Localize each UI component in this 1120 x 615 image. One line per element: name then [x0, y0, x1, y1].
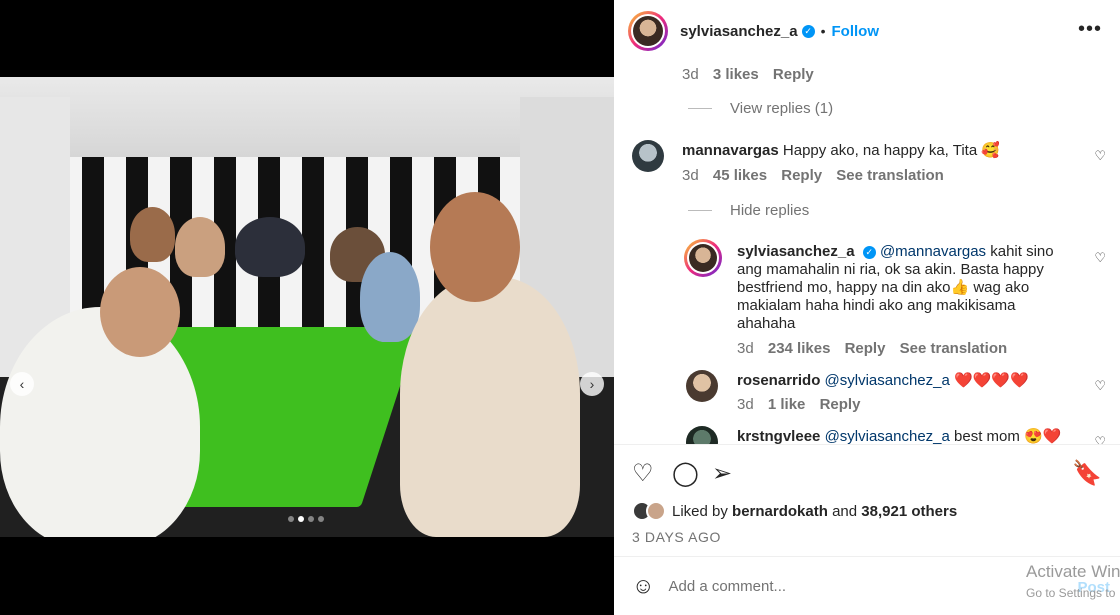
hide-replies-label: Hide replies: [730, 202, 810, 219]
avatar[interactable]: [628, 11, 668, 51]
person-3: [235, 217, 305, 277]
activation-watermark-sub: Go to Settings to: [1026, 586, 1116, 600]
reply-meta: 3d 1 like Reply: [737, 396, 870, 413]
reply-likes[interactable]: 1 like: [768, 396, 806, 413]
comment-input[interactable]: [668, 577, 989, 595]
verified-icon: ✓: [862, 246, 876, 259]
post-panel: sylviasanchez_a ✓ • Follow ••• 3d 3 like…: [614, 0, 1120, 615]
more-options-icon[interactable]: •••: [1078, 18, 1102, 41]
emoji-icon[interactable]: ☺: [632, 573, 654, 599]
comment-body: mannavargas Happy ako, na happy ka, Tita…: [682, 142, 1072, 160]
view-replies-label: View replies (1): [730, 100, 834, 117]
slide-dot: [288, 516, 294, 522]
reply-button[interactable]: Reply: [820, 396, 861, 413]
person-2-head: [430, 192, 520, 302]
reply-time: 3d: [737, 396, 754, 413]
reply-username[interactable]: krstngvleee: [737, 428, 820, 444]
person-2: [400, 277, 580, 537]
comment-meta: 3d 3 likes Reply: [682, 66, 824, 83]
reply-body: rosenarrido @sylviasanchez_a ❤️❤️❤️❤️: [737, 372, 1072, 390]
likes-summary: Liked by bernardokath and 38,921 others: [632, 501, 957, 521]
person-5: [360, 252, 420, 342]
slide-dot-active: [298, 516, 304, 522]
hide-replies-button[interactable]: Hide replies: [688, 202, 809, 219]
slide-dot: [318, 516, 324, 522]
person-1-head: [100, 267, 180, 357]
comment-likes[interactable]: 3 likes: [713, 66, 759, 83]
person-6: [175, 217, 225, 277]
comment-meta: 3d 45 likes Reply See translation: [682, 167, 954, 184]
likes-count[interactable]: 38,921 others: [861, 503, 957, 520]
reply-text: ❤️❤️❤️❤️: [954, 372, 1029, 389]
bookmark-icon[interactable]: 🔖: [1072, 459, 1102, 488]
post-username[interactable]: sylviasanchez_a: [680, 23, 798, 40]
follow-button[interactable]: Follow: [832, 23, 880, 40]
comment-icon[interactable]: ◯: [672, 459, 699, 488]
reply-mention[interactable]: @mannavargas: [880, 243, 986, 260]
heart-icon[interactable]: ♡: [632, 459, 654, 488]
next-slide-button[interactable]: ›: [580, 372, 604, 396]
slide-dot: [308, 516, 314, 522]
reply-avatar[interactable]: [686, 426, 718, 444]
reply-likes[interactable]: 234 likes: [768, 340, 831, 357]
reply-mention[interactable]: @sylviasanchez_a: [825, 428, 950, 444]
slide-indicator: [288, 516, 324, 522]
post-date: 3 DAYS AGO: [632, 529, 721, 545]
post-media: ‹ ›: [0, 0, 614, 615]
separator-dot: •: [820, 23, 826, 39]
reply-meta: 3d 234 likes Reply See translation: [737, 340, 1017, 357]
reply-button[interactable]: Reply: [845, 340, 886, 357]
comment-username[interactable]: mannavargas: [682, 142, 779, 159]
reply-button[interactable]: Reply: [781, 167, 822, 184]
reply-avatar[interactable]: [686, 370, 718, 402]
verified-icon: ✓: [801, 24, 815, 38]
commenter-avatar[interactable]: [632, 140, 664, 172]
reply-body: sylviasanchez_a ✓ @mannavargas kahit sin…: [737, 243, 1072, 333]
person-7: [130, 207, 175, 262]
comment-time: 3d: [682, 66, 699, 83]
comments-list[interactable]: 3d 3 likes Reply View replies (1) mannav…: [614, 62, 1120, 444]
share-icon[interactable]: ➢: [712, 459, 732, 488]
post-header: sylviasanchez_a ✓ • Follow •••: [614, 0, 1120, 62]
comment-likes[interactable]: 45 likes: [713, 167, 767, 184]
reply-mention[interactable]: @sylviasanchez_a: [825, 372, 950, 389]
like-comment-icon[interactable]: ♡: [1094, 434, 1106, 444]
reply-avatar[interactable]: [684, 239, 722, 277]
comment-time: 3d: [682, 167, 699, 184]
reply-button[interactable]: Reply: [773, 66, 814, 83]
reply-body: krstngvleee @sylviasanchez_a best mom 😍❤…: [737, 428, 1072, 444]
see-translation-button[interactable]: See translation: [836, 167, 944, 184]
post-photo[interactable]: ‹ ›: [0, 77, 614, 537]
activation-watermark: Activate Win: [1026, 562, 1120, 581]
reply-text: best mom 😍❤️: [954, 428, 1062, 444]
reply-username[interactable]: rosenarrido: [737, 372, 820, 389]
see-translation-button[interactable]: See translation: [900, 340, 1008, 357]
reply-time: 3d: [737, 340, 754, 357]
comment-text: Happy ako, na happy ka, Tita 🥰: [782, 142, 1001, 159]
like-comment-icon[interactable]: ♡: [1094, 378, 1106, 394]
likes-text[interactable]: Liked by bernardokath and 38,921 others: [672, 503, 957, 520]
like-comment-icon[interactable]: ♡: [1094, 250, 1106, 266]
reply-username[interactable]: sylviasanchez_a: [737, 243, 855, 260]
view-replies-button[interactable]: View replies (1): [688, 100, 833, 117]
like-comment-icon[interactable]: ♡: [1094, 148, 1106, 164]
liker-avatar: [646, 501, 666, 521]
previous-slide-button[interactable]: ‹: [10, 372, 34, 396]
liker-username[interactable]: bernardokath: [732, 503, 828, 520]
